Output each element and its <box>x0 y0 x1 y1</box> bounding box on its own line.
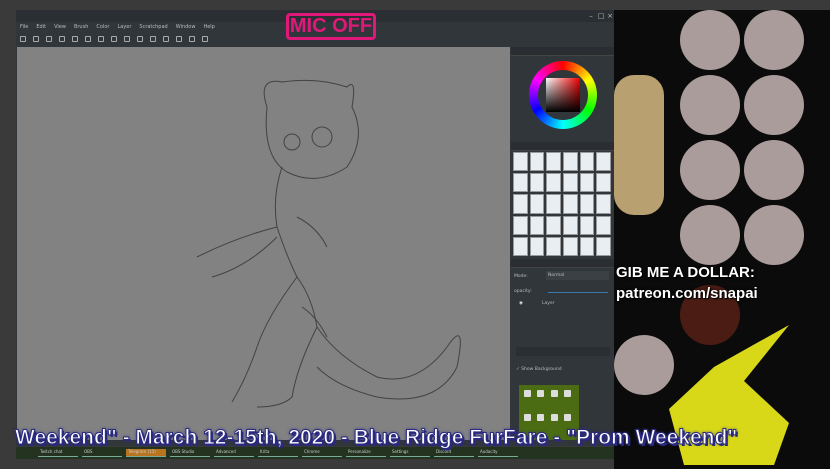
blend-mode-select[interactable]: Normal <box>546 271 609 280</box>
layers-tab[interactable] <box>511 259 614 268</box>
right-docker: Mode: Normal opacity: ◉ Layer ✓ Show Bac… <box>511 47 614 440</box>
mascot-character-image <box>614 75 664 215</box>
tray-icon[interactable] <box>550 414 558 421</box>
patreon-link: patreon.com/snapai <box>616 285 758 302</box>
show-background-checkbox[interactable]: ✓ Show Background <box>516 367 562 372</box>
sketch-drawing <box>196 79 461 408</box>
brush-preset[interactable] <box>596 173 611 193</box>
brush-presets-grid <box>513 152 611 256</box>
tray-icon[interactable] <box>524 390 531 397</box>
open-icon[interactable] <box>33 36 39 42</box>
undo-icon[interactable] <box>85 36 91 42</box>
menu-scratchpad[interactable]: Scratchpad <box>139 22 167 32</box>
brush-preset[interactable] <box>579 236 595 256</box>
tray-icon[interactable] <box>550 390 558 397</box>
new-icon[interactable] <box>20 36 26 42</box>
brush-preset[interactable] <box>579 173 595 193</box>
brush-preset[interactable] <box>529 215 545 235</box>
color-wheel[interactable] <box>529 61 597 129</box>
brush-preset[interactable] <box>579 194 595 214</box>
krita-window: – □ × File Edit View Brush Color Layer S… <box>16 10 614 446</box>
drawing-canvas[interactable] <box>17 47 510 440</box>
color-square[interactable] <box>546 78 580 112</box>
brush-preset[interactable] <box>579 215 595 235</box>
save-as-icon[interactable] <box>59 36 65 42</box>
brush-preset[interactable] <box>563 215 578 235</box>
tray-icon[interactable] <box>563 390 571 397</box>
redo-icon[interactable] <box>98 36 104 42</box>
scrolling-ticker: Weekend" - March 12-15th, 2020 - Blue Ri… <box>15 426 738 450</box>
brush-preset[interactable] <box>579 152 595 172</box>
menu-color[interactable]: Color <box>96 22 109 32</box>
brush-preset[interactable] <box>546 173 561 193</box>
brush-icon[interactable] <box>111 36 117 42</box>
menu-edit[interactable]: Edit <box>36 22 46 32</box>
brush-preset[interactable] <box>513 173 528 193</box>
brush-preset[interactable] <box>596 236 611 256</box>
save-icon[interactable] <box>46 36 52 42</box>
brush-presets-tab[interactable] <box>511 142 614 151</box>
brush-preset[interactable] <box>513 236 528 256</box>
brush-preset[interactable] <box>529 194 545 214</box>
donation-line-1: GIB ME A DOLLAR: <box>616 264 755 281</box>
donation-text: GIB ME A DOLLAR: patreon.com/snapai <box>616 262 758 304</box>
brush-preset[interactable] <box>596 194 611 214</box>
export-icon[interactable] <box>72 36 78 42</box>
layer-actions-bar <box>516 347 610 356</box>
brush-preset[interactable] <box>546 194 561 214</box>
brush-preset[interactable] <box>513 194 528 214</box>
brush-preset[interactable] <box>529 173 545 193</box>
brush-preset[interactable] <box>529 236 545 256</box>
visibility-eye-icon[interactable]: ◉ <box>519 301 523 306</box>
mic-off-badge: MIC OFF <box>286 13 376 40</box>
menu-window[interactable]: Window <box>176 22 196 32</box>
blend-mode-label: Mode: <box>514 274 528 279</box>
minimize-button[interactable]: – <box>586 10 596 22</box>
brush-preset[interactable] <box>563 152 578 172</box>
menu-view[interactable]: View <box>54 22 66 32</box>
stream-side-panel: GIB ME A DOLLAR: patreon.com/snapai <box>614 10 830 469</box>
pan-icon[interactable] <box>202 36 208 42</box>
fill-icon[interactable] <box>163 36 169 42</box>
brush-preset[interactable] <box>546 215 561 235</box>
menu-layer[interactable]: Layer <box>117 22 131 32</box>
tray-icon[interactable] <box>537 390 545 397</box>
eraser-icon[interactable] <box>124 36 130 42</box>
brush-preset[interactable] <box>563 236 578 256</box>
tray-icon[interactable] <box>563 414 571 421</box>
brush-preset[interactable] <box>513 152 528 172</box>
menu-file[interactable]: File <box>20 22 28 32</box>
brush-preset[interactable] <box>546 152 561 172</box>
brush-preset[interactable] <box>563 173 578 193</box>
zoom-icon[interactable] <box>189 36 195 42</box>
brush-preset[interactable] <box>529 152 545 172</box>
tray-icon[interactable] <box>524 414 531 421</box>
menu-brush[interactable]: Brush <box>74 22 88 32</box>
brush-preset[interactable] <box>563 194 578 214</box>
brush-preset[interactable] <box>546 236 561 256</box>
tray-icon[interactable] <box>537 414 545 421</box>
menu-help[interactable]: Help <box>203 22 214 32</box>
color-selector-tab[interactable] <box>511 47 614 56</box>
opacity-label: opacity: <box>514 289 532 294</box>
line-icon[interactable] <box>150 36 156 42</box>
brush-preset[interactable] <box>513 215 528 235</box>
transform-icon[interactable] <box>176 36 182 42</box>
pen-icon[interactable] <box>137 36 143 42</box>
brush-preset[interactable] <box>596 215 611 235</box>
show-background-label: Show Background <box>521 367 562 372</box>
layer-name[interactable]: Layer <box>542 301 555 306</box>
opacity-slider[interactable] <box>548 292 608 293</box>
brush-preset[interactable] <box>596 152 611 172</box>
